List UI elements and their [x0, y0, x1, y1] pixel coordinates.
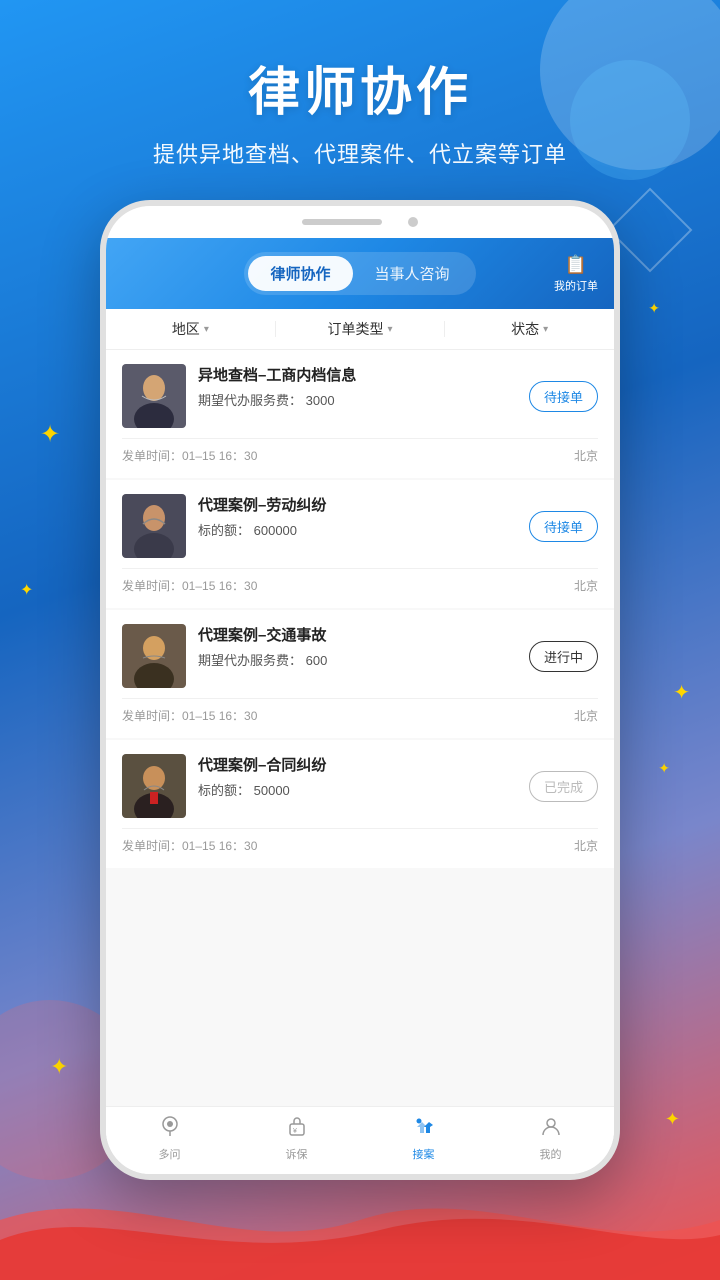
nav-label-ask: 多问: [159, 1146, 181, 1162]
order-detail-2: 标的额： 600000: [198, 520, 517, 539]
ask-icon: [159, 1115, 181, 1143]
bottom-nav: 多问 ¥ 诉保: [106, 1106, 614, 1174]
orders-icon: 📋: [565, 254, 587, 275]
sparkle-star-2: ✦: [20, 580, 33, 600]
nav-item-claim[interactable]: ¥ 诉保: [233, 1115, 360, 1162]
order-status-2: 待接单: [529, 511, 598, 542]
order-title-3: 代理案例–交通事故: [198, 624, 517, 645]
header-area: 律师协作 提供异地查档、代理案件、代立案等订单: [0, 0, 720, 169]
order-avatar-1: [122, 364, 186, 428]
order-location-2: 北京: [574, 577, 598, 594]
sparkle-star-6: ✦: [665, 1109, 680, 1130]
sparkle-star-3: ✦: [673, 680, 690, 705]
nav-label-accept: 接案: [413, 1146, 435, 1162]
phone-notch-bar: [106, 206, 614, 238]
nav-item-accept[interactable]: 接案: [360, 1115, 487, 1162]
orders-list: 异地查档–工商内档信息 期望代办服务费： 3000 待接单 发单时间：01–15…: [106, 350, 614, 1106]
order-avatar-3: [122, 624, 186, 688]
order-detail-1: 期望代办服务费： 3000: [198, 390, 517, 409]
pending-button-1[interactable]: 待接单: [529, 381, 598, 412]
pending-button-2[interactable]: 待接单: [529, 511, 598, 542]
order-card-1[interactable]: 异地查档–工商内档信息 期望代办服务费： 3000 待接单 发单时间：01–15…: [106, 350, 614, 478]
mine-icon: [540, 1115, 562, 1143]
page-subtitle: 提供异地查档、代理案件、代立案等订单: [0, 137, 720, 169]
order-status-1: 待接单: [529, 381, 598, 412]
nav-label-mine: 我的: [540, 1146, 562, 1162]
order-location-3: 北京: [574, 707, 598, 724]
order-location-1: 北京: [574, 447, 598, 464]
svg-text:¥: ¥: [293, 1128, 297, 1135]
tab-lawyer-cooperation[interactable]: 律师协作: [248, 256, 352, 291]
phone-notch: [302, 219, 382, 225]
order-time-2: 发单时间：01–15 16：30: [122, 577, 257, 594]
order-avatar-4: [122, 754, 186, 818]
phone-camera: [408, 217, 418, 227]
order-footer-2: 发单时间：01–15 16：30 北京: [122, 568, 598, 594]
order-info-1: 异地查档–工商内档信息 期望代办服务费： 3000: [198, 364, 517, 409]
accept-icon: [413, 1115, 435, 1143]
filter-status[interactable]: 状态 ▾: [445, 319, 614, 339]
region-filter-arrow: ▾: [204, 324, 209, 335]
nav-label-claim: 诉保: [286, 1146, 308, 1162]
order-detail-3: 期望代办服务费： 600: [198, 650, 517, 669]
nav-item-ask[interactable]: 多问: [106, 1115, 233, 1162]
sparkle-star-5: ✦: [50, 1054, 68, 1080]
order-info-2: 代理案例–劳动纠纷 标的额： 600000: [198, 494, 517, 539]
page-title: 律师协作: [0, 50, 720, 125]
order-status-4: 已完成: [529, 771, 598, 802]
order-info-3: 代理案例–交通事故 期望代办服务费： 600: [198, 624, 517, 669]
order-card-2[interactable]: 代理案例–劳动纠纷 标的额： 600000 待接单 发单时间：01–15 16：…: [106, 480, 614, 608]
sparkle-star-1: ✦: [40, 420, 60, 449]
order-info-4: 代理案例–合同纠纷 标的额： 50000: [198, 754, 517, 799]
nav-item-mine[interactable]: 我的: [487, 1115, 614, 1162]
my-orders-button[interactable]: 📋 我的订单: [554, 254, 598, 293]
app-screen: 律师协作 当事人咨询 📋 我的订单 地区 ▾: [106, 238, 614, 1174]
order-card-4[interactable]: 代理案例–合同纠纷 标的额： 50000 已完成 发单时间：01–15 16：3…: [106, 740, 614, 868]
tab-group: 律师协作 当事人咨询: [244, 252, 475, 295]
order-footer-3: 发单时间：01–15 16：30 北京: [122, 698, 598, 724]
order-detail-4: 标的额： 50000: [198, 780, 517, 799]
order-footer-4: 发单时间：01–15 16：30 北京: [122, 828, 598, 854]
order-time-1: 发单时间：01–15 16：30: [122, 447, 257, 464]
sparkle-star-4: ✦: [658, 760, 670, 777]
order-location-4: 北京: [574, 837, 598, 854]
filter-region[interactable]: 地区 ▾: [106, 319, 275, 339]
app-header: 律师协作 当事人咨询 📋 我的订单: [106, 238, 614, 309]
filter-bar: 地区 ▾ 订单类型 ▾ 状态 ▾: [106, 309, 614, 350]
progress-button-3[interactable]: 进行中: [529, 641, 598, 672]
order-avatar-2: [122, 494, 186, 558]
order-title-1: 异地查档–工商内档信息: [198, 364, 517, 385]
order-card-3[interactable]: 代理案例–交通事故 期望代办服务费： 600 进行中 发单时间：01–15 16…: [106, 610, 614, 738]
order-title-4: 代理案例–合同纠纷: [198, 754, 517, 775]
status-filter-arrow: ▾: [543, 324, 548, 335]
claim-icon: ¥: [286, 1115, 308, 1143]
order-type-filter-arrow: ▾: [387, 324, 392, 335]
order-status-3: 进行中: [529, 641, 598, 672]
order-time-4: 发单时间：01–15 16：30: [122, 837, 257, 854]
filter-order-type[interactable]: 订单类型 ▾: [276, 319, 445, 339]
order-footer-1: 发单时间：01–15 16：30 北京: [122, 438, 598, 464]
done-button-4[interactable]: 已完成: [529, 771, 598, 802]
order-title-2: 代理案例–劳动纠纷: [198, 494, 517, 515]
tab-client-consultation[interactable]: 当事人咨询: [353, 256, 472, 291]
phone-mockup: 律师协作 当事人咨询 📋 我的订单 地区 ▾: [100, 200, 620, 1180]
sparkle-star-7: ✦: [648, 300, 660, 317]
order-time-3: 发单时间：01–15 16：30: [122, 707, 257, 724]
